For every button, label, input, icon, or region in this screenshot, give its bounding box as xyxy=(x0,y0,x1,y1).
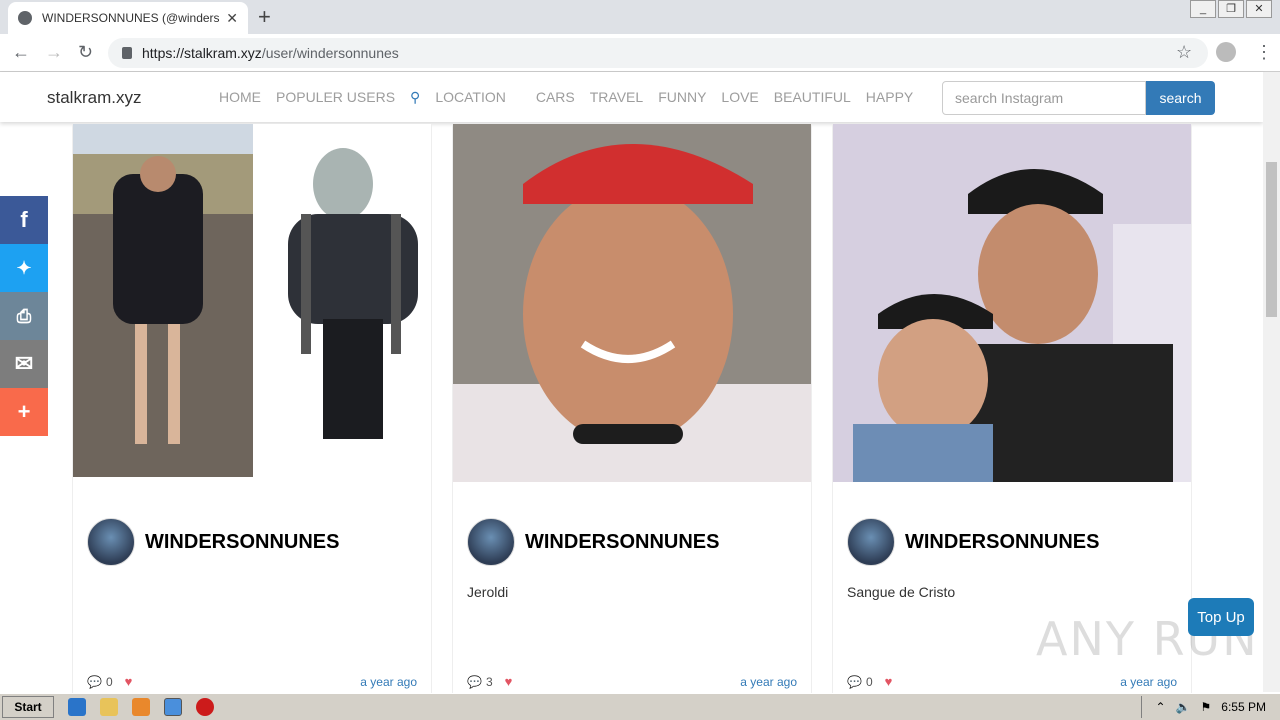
post-photo[interactable] xyxy=(453,124,811,482)
url-path: /user/windersonnunes xyxy=(261,45,399,61)
site-navbar: stalkram.xyz HOME POPULER USERS ⚲ LOCATIO… xyxy=(0,72,1263,122)
start-label: Start xyxy=(14,700,42,714)
print-share-button[interactable]: ⎙ xyxy=(0,292,48,340)
post-stats: 💬 0 ♥ a year ago xyxy=(847,674,1177,689)
browser-tab[interactable]: WINDERSONNUNES (@windersonnunes) ✕ xyxy=(8,2,248,34)
close-tab-icon[interactable]: ✕ xyxy=(226,10,238,27)
menu-icon[interactable]: ⋮ xyxy=(1255,42,1273,63)
more-share-button[interactable]: + xyxy=(0,388,48,436)
forward-icon[interactable]: → xyxy=(45,42,63,63)
post-image xyxy=(453,124,811,482)
ie-icon[interactable] xyxy=(68,698,86,716)
print-icon: ⎙ xyxy=(16,305,32,326)
facebook-icon: f xyxy=(20,207,28,232)
email-icon: ✉ xyxy=(14,351,34,376)
clock[interactable]: 6:55 PM xyxy=(1221,700,1266,714)
heart-icon[interactable]: ♥ xyxy=(885,674,893,689)
restore-icon[interactable]: ❐ xyxy=(1218,0,1244,18)
minimize-icon[interactable]: _ xyxy=(1190,0,1216,18)
flag-icon[interactable]: ⚑ xyxy=(1201,700,1212,714)
browser-tab-strip: WINDERSONNUNES (@windersonnunes) ✕ + _ ❐… xyxy=(0,0,1280,34)
twitter-share-button[interactable]: ✦ xyxy=(0,244,48,292)
nav-cars[interactable]: CARS xyxy=(536,89,575,106)
browser-toolbar: ← → ↻ https://stalkram.xyz/user/winderso… xyxy=(0,34,1280,72)
tab-title: WINDERSONNUNES (@windersonnunes) xyxy=(42,11,220,25)
speaker-icon[interactable]: 🔈 xyxy=(1176,700,1191,714)
post-card[interactable]: WINDERSONNUNES 💬 0 ♥ a year ago xyxy=(72,124,432,694)
username: WINDERSONNUNES xyxy=(905,530,1100,553)
nav-love[interactable]: LOVE xyxy=(721,89,758,106)
post-photo[interactable] xyxy=(833,124,1191,482)
new-tab-icon[interactable]: + xyxy=(258,4,271,30)
post-author[interactable]: WINDERSONNUNES xyxy=(87,518,339,566)
scrollbar-thumb[interactable] xyxy=(1266,162,1277,317)
nav-travel[interactable]: TRAVEL xyxy=(590,89,643,106)
bookmark-star-icon[interactable]: ☆ xyxy=(1176,42,1192,63)
nav-location[interactable]: ⚲ LOCATION xyxy=(410,89,521,106)
comment-count: 0 xyxy=(865,674,873,689)
nav-happy[interactable]: HAPPY xyxy=(866,89,913,106)
post-caption: Sangue de Cristo xyxy=(847,584,956,600)
post-author[interactable]: WINDERSONNUNES xyxy=(467,518,719,566)
nav-funny[interactable]: FUNNY xyxy=(658,89,706,106)
search-button[interactable]: search xyxy=(1146,81,1215,115)
comment-icon: 💬 xyxy=(847,674,862,689)
chrome-icon[interactable] xyxy=(164,698,182,716)
avatar xyxy=(467,518,515,566)
post-stats: 💬 3 ♥ a year ago xyxy=(467,674,797,689)
system-tray: ⌃ 🔈 ⚑ 6:55 PM xyxy=(1140,696,1280,718)
post-image xyxy=(73,124,431,482)
post-caption: Jeroldi xyxy=(467,584,509,600)
lock-icon xyxy=(122,47,132,59)
start-button[interactable]: Start xyxy=(2,696,54,718)
heart-icon[interactable]: ♥ xyxy=(505,674,513,689)
post-stats: 💬 0 ♥ a year ago xyxy=(87,674,417,689)
profile-icon[interactable] xyxy=(1216,42,1236,62)
tray-expand-icon[interactable]: ⌃ xyxy=(1156,700,1166,714)
nav-beautiful[interactable]: BEAUTIFUL xyxy=(774,89,851,106)
site-brand[interactable]: stalkram.xyz xyxy=(47,88,141,108)
globe-icon xyxy=(18,11,32,25)
windows-taskbar: Start ⌃ 🔈 ⚑ 6:55 PM xyxy=(0,693,1280,720)
post-image xyxy=(833,124,1191,482)
username: WINDERSONNUNES xyxy=(525,530,720,553)
nav-location-label: LOCATION xyxy=(435,89,506,105)
top-up-button[interactable]: Top Up xyxy=(1188,598,1254,636)
post-card[interactable]: WINDERSONNUNES Jeroldi 💬 3 ♥ a year ago xyxy=(452,124,812,694)
twitter-icon: ✦ xyxy=(16,257,32,278)
comment-icon: 💬 xyxy=(467,674,482,689)
avatar xyxy=(87,518,135,566)
address-bar[interactable]: https://stalkram.xyz/user/windersonnunes xyxy=(108,38,1208,68)
post-photo[interactable] xyxy=(73,124,431,482)
post-time[interactable]: a year ago xyxy=(740,675,797,689)
page-scrollbar[interactable] xyxy=(1263,72,1280,692)
folder-icon[interactable] xyxy=(100,698,118,716)
opera-icon[interactable] xyxy=(196,698,214,716)
comment-icon: 💬 xyxy=(87,674,102,689)
post-author[interactable]: WINDERSONNUNES xyxy=(847,518,1099,566)
close-window-icon[interactable]: ✕ xyxy=(1246,0,1272,18)
url-host: https://stalkram.xyz xyxy=(142,45,262,61)
media-player-icon[interactable] xyxy=(132,698,150,716)
reload-icon[interactable]: ↻ xyxy=(78,42,93,63)
back-icon[interactable]: ← xyxy=(12,42,30,63)
search-input[interactable] xyxy=(942,81,1146,115)
nav-home[interactable]: HOME xyxy=(219,89,261,106)
comment-count: 0 xyxy=(105,674,113,689)
comment-count: 3 xyxy=(485,674,493,689)
window-controls: _ ❐ ✕ xyxy=(1190,0,1272,18)
plus-icon: + xyxy=(17,399,31,424)
post-card[interactable]: WINDERSONNUNES Sangue de Cristo 💬 0 ♥ a … xyxy=(832,124,1192,694)
nav-links: HOME POPULER USERS ⚲ LOCATION CARS TRAVEL… xyxy=(219,89,928,106)
avatar xyxy=(847,518,895,566)
post-time[interactable]: a year ago xyxy=(360,675,417,689)
email-share-button[interactable]: ✉ xyxy=(0,340,48,388)
username: WINDERSONNUNES xyxy=(145,530,340,553)
heart-icon[interactable]: ♥ xyxy=(125,674,133,689)
post-time[interactable]: a year ago xyxy=(1120,675,1177,689)
nav-populer-users[interactable]: POPULER USERS xyxy=(276,89,395,106)
map-pin-icon: ⚲ xyxy=(410,89,421,105)
facebook-share-button[interactable]: f xyxy=(0,196,48,244)
